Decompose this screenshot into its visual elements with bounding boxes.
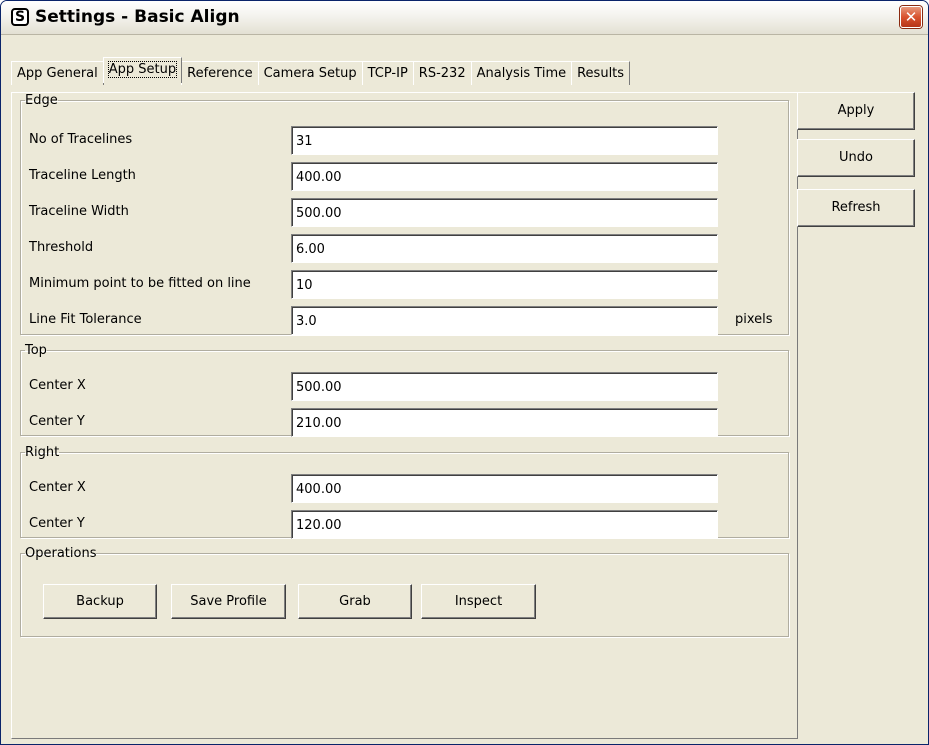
tab-app-setup[interactable]: App Setup [102,57,183,83]
tab-label: Camera Setup [263,66,357,81]
right-center-x-field[interactable] [291,474,718,503]
settings-window: S Settings - Basic Align ✕ App General Ap… [0,0,929,745]
top-center-y-field[interactable] [291,408,718,437]
right-center-y-row: Center Y [21,510,788,539]
undo-button[interactable]: Undo [797,139,915,177]
dialog-body: App General App Setup Reference Camera Setu… [3,35,926,742]
threshold-label: Threshold [29,240,94,255]
tab-app-general[interactable]: App General [11,61,104,85]
tab-tcp-ip[interactable]: TCP-IP [361,61,414,85]
backup-button[interactable]: Backup [43,584,157,619]
tab-label: App General [17,66,98,81]
app-setup-panel: Edge No of Tracelines Traceline Length T… [11,92,798,739]
grab-button[interactable]: Grab [298,584,412,619]
top-center-x-label: Center X [29,378,86,393]
right-center-y-label: Center Y [29,516,85,531]
tab-strip: App General App Setup Reference Camera Setu… [11,57,631,85]
operations-group: Operations Backup Save Profile Grab Insp… [20,546,789,637]
traceline-length-row: Traceline Length [21,162,788,191]
tab-camera-setup[interactable]: Camera Setup [257,61,363,85]
tab-label: Results [577,66,625,81]
right-group: Right Center X Center Y [20,445,789,539]
tracelines-row: No of Tracelines [21,126,788,155]
edge-group: Edge No of Tracelines Traceline Length T… [20,93,789,335]
tab-analysis-time[interactable]: Analysis Time [470,61,573,85]
right-center-y-field[interactable] [291,510,718,539]
tab-label: Reference [187,66,253,81]
app-icon: S [11,8,29,26]
traceline-length-label: Traceline Length [29,168,136,183]
traceline-length-field[interactable] [291,162,718,191]
tracelines-field[interactable] [291,126,718,155]
inspect-button[interactable]: Inspect [421,584,536,619]
pixels-unit-label: pixels [735,312,773,327]
traceline-width-field[interactable] [291,198,718,227]
tab-reference[interactable]: Reference [181,61,259,85]
line-fit-tolerance-field[interactable] [291,306,718,335]
tab-rs-232[interactable]: RS-232 [412,61,472,85]
tab-label: RS-232 [418,66,466,81]
tab-results[interactable]: Results [571,61,631,85]
threshold-row: Threshold [21,234,788,263]
right-group-title: Right [25,445,60,460]
line-fit-tolerance-row: Line Fit Tolerance pixels [21,306,788,335]
min-points-row: Minimum point to be fitted on line [21,270,788,299]
close-button[interactable]: ✕ [900,6,922,28]
window-title: Settings - Basic Align [35,7,240,27]
top-center-x-row: Center X [21,372,788,401]
apply-button[interactable]: Apply [797,92,915,130]
save-profile-button[interactable]: Save Profile [171,584,286,619]
top-group-title: Top [25,343,47,358]
top-center-y-label: Center Y [29,414,85,429]
refresh-button[interactable]: Refresh [797,189,915,227]
min-points-label: Minimum point to be fitted on line [29,276,251,291]
edge-group-title: Edge [25,93,58,108]
threshold-field[interactable] [291,234,718,263]
traceline-width-row: Traceline Width [21,198,788,227]
top-center-y-row: Center Y [21,408,788,437]
tracelines-label: No of Tracelines [29,132,133,147]
right-center-x-row: Center X [21,474,788,503]
min-points-field[interactable] [291,270,718,299]
traceline-width-label: Traceline Width [29,204,129,219]
tab-label: App Setup [107,61,178,78]
operations-group-title: Operations [25,546,97,561]
top-group: Top Center X Center Y [20,343,789,437]
right-center-x-label: Center X [29,480,86,495]
tab-label: TCP-IP [367,66,408,81]
tab-label: Analysis Time [476,66,567,81]
top-center-x-field[interactable] [291,372,718,401]
title-bar[interactable]: S Settings - Basic Align ✕ [1,1,928,35]
line-fit-tolerance-label: Line Fit Tolerance [29,312,142,327]
